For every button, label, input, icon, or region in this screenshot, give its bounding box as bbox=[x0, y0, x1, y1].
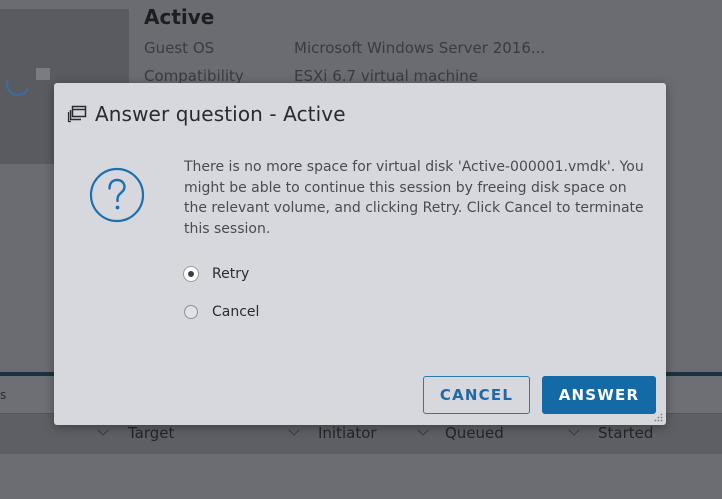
answer-question-dialog: Answer question - Active There is no mor… bbox=[54, 83, 666, 425]
resize-handle-icon[interactable] bbox=[654, 413, 663, 422]
cancel-button[interactable]: CANCEL bbox=[423, 376, 530, 414]
column-header-queued[interactable]: Queued bbox=[445, 424, 504, 442]
option-cancel[interactable]: Cancel bbox=[184, 304, 259, 320]
dialog-window-icon bbox=[67, 105, 87, 123]
column-header-started[interactable]: Started bbox=[598, 424, 653, 442]
detail-label-guest-os: Guest OS bbox=[144, 39, 215, 57]
option-retry-label[interactable]: Retry bbox=[212, 266, 249, 282]
dialog-title: Answer question - Active bbox=[95, 102, 346, 126]
toolbar-edge-text: s bbox=[0, 388, 7, 402]
question-message: There is no more space for virtual disk … bbox=[184, 159, 644, 237]
dialog-header: Answer question - Active bbox=[67, 100, 346, 128]
detail-value-guest-os: Microsoft Windows Server 2016... bbox=[294, 39, 546, 57]
column-header-target[interactable]: Target bbox=[128, 424, 174, 442]
tasks-table-body bbox=[0, 454, 722, 499]
option-retry[interactable]: Retry bbox=[184, 266, 249, 282]
column-header-initiator[interactable]: Initiator bbox=[318, 424, 377, 442]
answer-button[interactable]: ANSWER bbox=[542, 376, 656, 414]
radio-cancel[interactable] bbox=[184, 305, 198, 319]
thumbnail-overlay bbox=[36, 68, 50, 80]
vm-name: Active bbox=[144, 5, 215, 29]
radio-retry[interactable] bbox=[184, 267, 198, 281]
option-cancel-label[interactable]: Cancel bbox=[212, 304, 259, 320]
question-circle-icon bbox=[89, 167, 145, 223]
